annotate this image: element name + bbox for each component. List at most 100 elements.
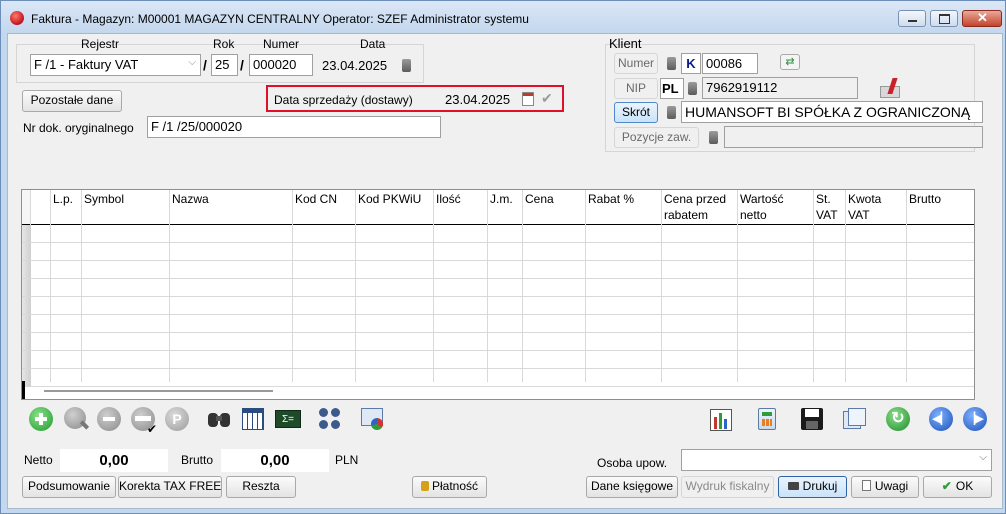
close-button[interactable]: ✕ xyxy=(962,10,1002,27)
row-indicator[interactable] xyxy=(22,297,31,314)
pozycje-field[interactable] xyxy=(724,126,983,148)
grid-header-st-vat[interactable]: St. VAT xyxy=(814,190,846,224)
korekta-tax-free-button[interactable]: Korekta TAX FREE xyxy=(118,476,222,498)
pozycje-zaw-button[interactable]: Pozycje zaw. xyxy=(614,127,699,148)
refresh-icon[interactable]: ↻ xyxy=(884,405,912,433)
brutto-label: Brutto xyxy=(181,453,214,467)
grid-header-lp[interactable]: L.p. xyxy=(51,190,82,224)
wydruk-fiskalny-button[interactable]: Wydruk fiskalny xyxy=(681,476,774,498)
dane-ksiegowe-button[interactable]: Dane księgowe xyxy=(586,476,678,498)
rok-field[interactable]: 25 xyxy=(211,54,238,76)
nip-field[interactable]: 7962919112 xyxy=(702,77,858,99)
grid-header-kod-cn[interactable]: Kod CN xyxy=(293,190,356,224)
row-indicator[interactable] xyxy=(22,315,31,332)
row-indicator[interactable] xyxy=(22,261,31,278)
table-row[interactable] xyxy=(22,279,974,297)
check-icon: ✔ xyxy=(941,479,952,493)
rejestr-select[interactable]: F /1 - Faktury VAT ⌵ xyxy=(30,54,201,76)
grid-header-nazwa[interactable]: Nazwa xyxy=(170,190,293,224)
window-title: Faktura - Magazyn: M00001 MAGAZYN CENTRA… xyxy=(31,12,529,26)
nip-button[interactable]: NIP xyxy=(614,78,658,99)
title-bar[interactable]: Faktura - Magazyn: M00001 MAGAZYN CENTRA… xyxy=(1,1,1005,33)
client-numer-field[interactable]: 00086 xyxy=(702,53,758,74)
table-row[interactable] xyxy=(22,243,974,261)
vat-check-icon[interactable] xyxy=(878,78,900,98)
table-row[interactable] xyxy=(22,225,974,243)
calendar-icon[interactable] xyxy=(522,92,534,106)
client-type-field[interactable]: K xyxy=(681,53,701,74)
components-icon[interactable] xyxy=(316,405,344,433)
grid-header-kwota-vat[interactable]: Kwota VAT xyxy=(846,190,907,224)
table-row[interactable] xyxy=(22,333,974,351)
row-indicator[interactable] xyxy=(22,225,31,242)
skrot-lock-icon xyxy=(667,106,676,119)
binoculars-icon[interactable] xyxy=(205,405,233,433)
podsumowanie-button[interactable]: Podsumowanie xyxy=(22,476,116,498)
calculator-small-icon[interactable] xyxy=(402,59,411,72)
save-icon[interactable] xyxy=(798,405,826,433)
platnosc-button[interactable]: Płatność xyxy=(412,476,487,498)
ok-button[interactable]: ✔ OK xyxy=(923,476,992,498)
table-icon[interactable] xyxy=(240,405,268,433)
row-indicator[interactable] xyxy=(22,243,31,260)
table-row[interactable] xyxy=(22,369,974,387)
horizontal-scrollbar[interactable] xyxy=(44,390,273,392)
grid-header-wartosc-netto[interactable]: Wartość netto xyxy=(738,190,814,224)
numer-field[interactable]: 000020 xyxy=(249,54,313,76)
items-grid[interactable]: L.p. Symbol Nazwa Kod CN Kod PKWiU Ilość… xyxy=(21,189,975,400)
printer-icon xyxy=(787,482,799,490)
brutto-value: 0,00 xyxy=(221,449,329,472)
confirm-check-icon[interactable]: ✔ xyxy=(541,90,553,107)
rok-label: Rok xyxy=(213,37,235,51)
p-icon[interactable]: P xyxy=(163,405,191,433)
row-indicator[interactable] xyxy=(22,351,31,368)
maximize-button[interactable] xyxy=(930,10,958,27)
chart-icon[interactable] xyxy=(707,405,735,433)
grid-header-symbol[interactable]: Symbol xyxy=(82,190,170,224)
grid-header-brutto[interactable]: Brutto xyxy=(907,190,974,224)
prev-icon[interactable]: ◀▏ xyxy=(927,405,955,433)
currency-label: PLN xyxy=(335,453,359,467)
client-link-icon[interactable]: ⇄ xyxy=(780,54,800,70)
grid-header-cena[interactable]: Cena xyxy=(523,190,586,224)
table-row[interactable] xyxy=(22,261,974,279)
nip-prefix-field[interactable]: PL xyxy=(660,78,684,99)
table-row[interactable] xyxy=(22,315,974,333)
grid-header-ilosc[interactable]: Ilość xyxy=(434,190,488,224)
coins-icon xyxy=(420,481,429,491)
row-indicator[interactable] xyxy=(22,333,31,350)
pozycje-lock-icon xyxy=(709,131,718,144)
formula-icon[interactable]: Σ= xyxy=(274,405,302,433)
grid-header-jm[interactable]: J.m. xyxy=(488,190,523,224)
sale-date-label: Data sprzedaży (dostawy) xyxy=(274,93,413,107)
remove-icon[interactable] xyxy=(95,405,123,433)
osoba-upow-select[interactable]: ⌵ xyxy=(681,449,992,471)
skrot-button[interactable]: Skrót xyxy=(614,102,658,123)
view-icon[interactable] xyxy=(62,405,90,433)
skrot-field[interactable]: HUMANSOFT BI SPÓŁKA Z OGRANICZONĄ xyxy=(681,101,983,123)
edit-icon[interactable]: ✔ xyxy=(129,405,157,436)
grid-col-indicator xyxy=(31,190,51,224)
client-numer-button[interactable]: Numer xyxy=(614,53,658,74)
separator-2: / xyxy=(240,57,244,73)
calculator-icon[interactable] xyxy=(753,405,781,433)
add-icon[interactable] xyxy=(27,405,55,433)
nr-dok-field[interactable]: F /1 /25/000020 xyxy=(147,116,441,138)
grid-header-cena-przed-rabatem[interactable]: Cena przed rabatem xyxy=(662,190,738,224)
minimize-button[interactable] xyxy=(898,10,926,27)
nip-lock-icon xyxy=(688,82,697,95)
pozostale-dane-button[interactable]: Pozostałe dane xyxy=(22,90,122,112)
reszta-button[interactable]: Reszta xyxy=(226,476,296,498)
table-row[interactable] xyxy=(22,297,974,315)
next-icon[interactable]: ▕▶ xyxy=(961,405,989,433)
drukuj-button[interactable]: Drukuj xyxy=(778,476,847,498)
table-row[interactable] xyxy=(22,351,974,369)
grid-header-kod-pkwiu[interactable]: Kod PKWiU xyxy=(356,190,434,224)
grid-header-rabat[interactable]: Rabat % xyxy=(586,190,662,224)
copy-icon[interactable] xyxy=(841,405,869,433)
export-icon[interactable] xyxy=(359,405,387,433)
rejestr-label: Rejestr xyxy=(81,37,120,51)
row-indicator[interactable] xyxy=(22,279,31,296)
sale-date-value[interactable]: 23.04.2025 xyxy=(445,92,510,107)
uwagi-button[interactable]: Uwagi xyxy=(851,476,919,498)
